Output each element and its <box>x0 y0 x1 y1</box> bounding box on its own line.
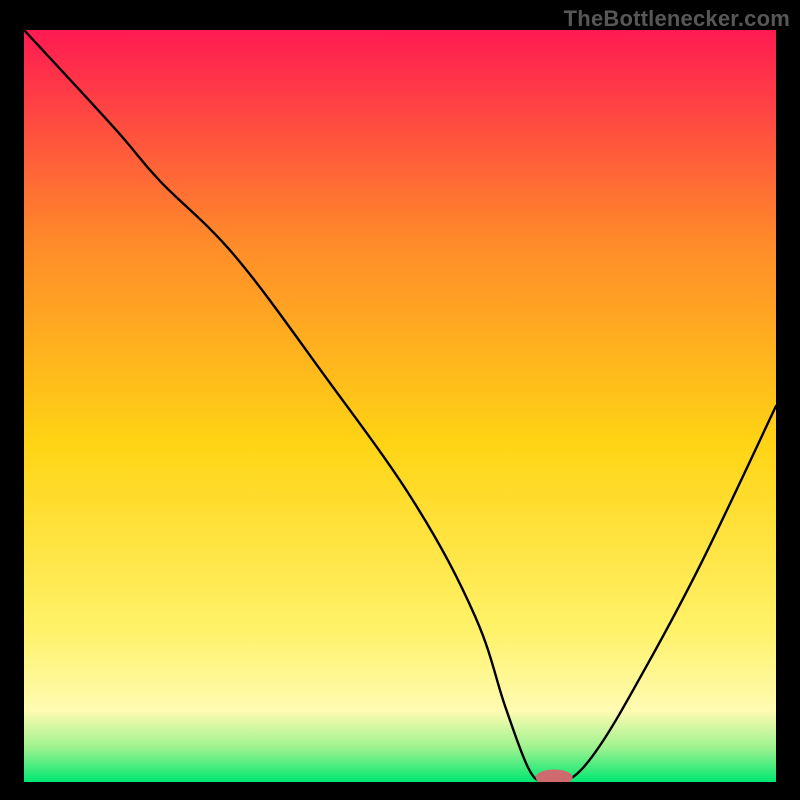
plot-area <box>24 30 776 782</box>
chart-svg <box>24 30 776 782</box>
min-marker <box>536 770 572 782</box>
gradient-background <box>24 30 776 782</box>
watermark-text: TheBottlenecker.com <box>564 6 790 32</box>
chart-frame: TheBottlenecker.com <box>0 0 800 800</box>
